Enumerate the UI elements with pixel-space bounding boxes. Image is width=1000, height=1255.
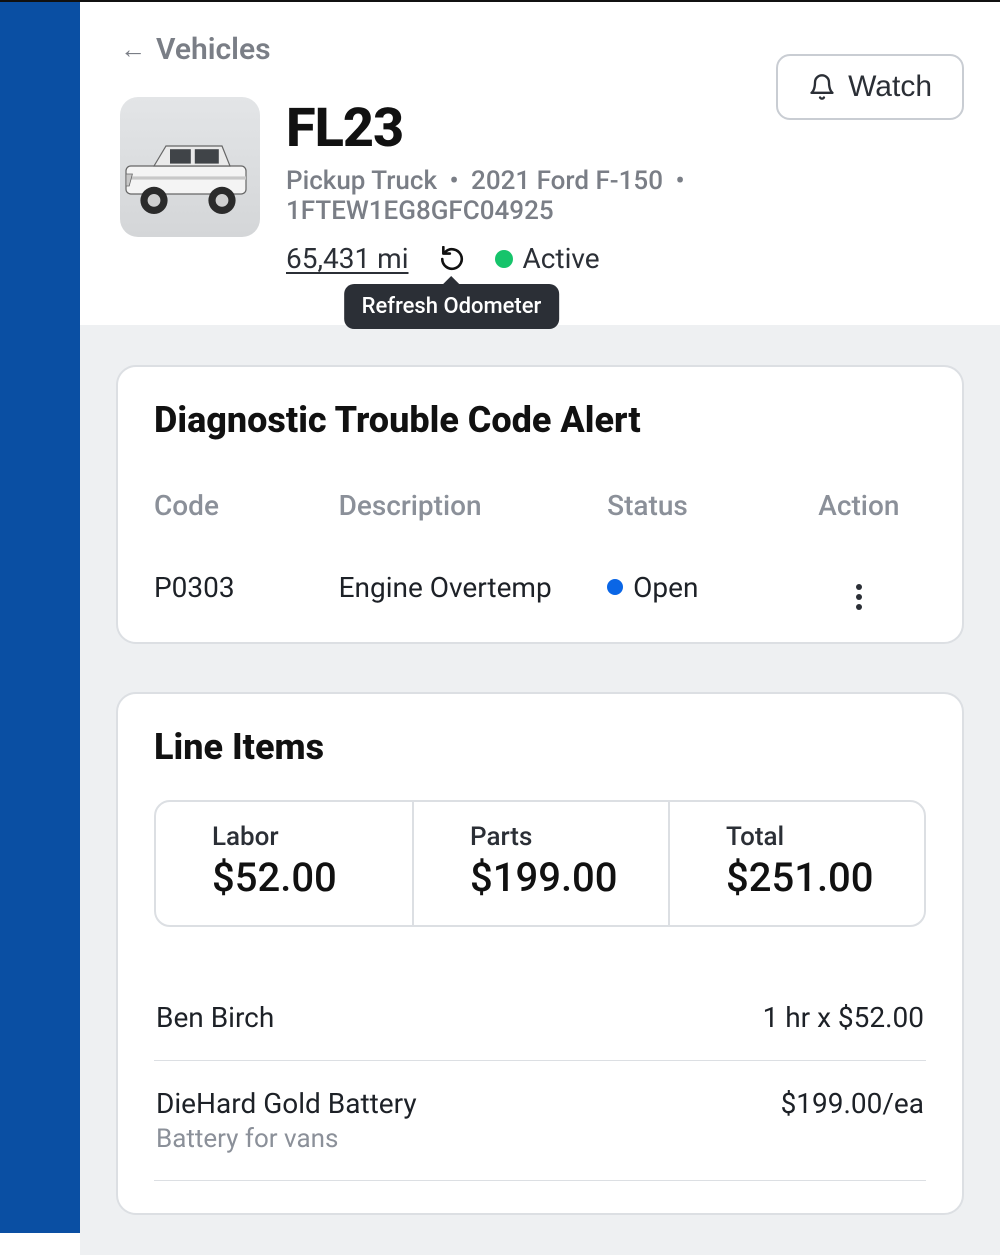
bell-icon <box>808 73 836 101</box>
dtc-table: Code Description Status Action P0303 Eng… <box>154 489 926 610</box>
line-item-row: DieHard Gold Battery Battery for vans $1… <box>154 1061 926 1181</box>
refresh-odometer-button[interactable]: Refresh Odometer <box>439 246 465 272</box>
dtc-header-status: Status <box>607 489 792 522</box>
dtc-description: Engine Overtemp <box>339 571 608 604</box>
watch-button-label: Watch <box>848 70 932 104</box>
totals-total-label: Total <box>726 822 924 852</box>
body-scroll: Diagnostic Trouble Code Alert Code Descr… <box>80 325 1000 1255</box>
dtc-header-action: Action <box>792 489 926 522</box>
vehicle-model: 2021 Ford F-150 <box>471 166 663 196</box>
dtc-header-description: Description <box>339 489 608 522</box>
status-dot-icon <box>495 250 513 268</box>
totals-parts-value: $199.00 <box>470 854 668 901</box>
totals-total: Total $251.00 <box>668 802 924 925</box>
vehicle-type: Pickup Truck <box>286 166 437 196</box>
line-item-amount: $199.00/ea <box>781 1087 924 1120</box>
dtc-status: Open <box>607 571 792 604</box>
totals-labor-label: Labor <box>212 822 412 852</box>
line-items-title: Line Items <box>154 726 926 768</box>
totals-labor-value: $52.00 <box>212 854 412 901</box>
totals-parts-label: Parts <box>470 822 668 852</box>
refresh-icon <box>439 246 465 272</box>
status-open-dot-icon <box>607 579 623 595</box>
watch-button[interactable]: Watch <box>776 54 964 120</box>
main-content: ← Vehicles Watch <box>80 2 1000 1233</box>
breadcrumb-label: Vehicles <box>156 32 271 67</box>
line-item-amount: 1 hr x $52.00 <box>763 1001 924 1034</box>
kebab-icon <box>856 584 862 610</box>
vehicle-header: ← Vehicles Watch <box>80 2 1000 325</box>
dtc-alert-card: Diagnostic Trouble Code Alert Code Descr… <box>116 365 964 644</box>
line-item-name: Ben Birch <box>156 1001 274 1034</box>
separator-dot: • <box>675 166 684 196</box>
dtc-code: P0303 <box>154 571 339 604</box>
totals-total-value: $251.00 <box>726 854 924 901</box>
dtc-status-label: Open <box>633 571 698 604</box>
dtc-header-code: Code <box>154 489 339 522</box>
dtc-card-title: Diagnostic Trouble Code Alert <box>154 399 926 441</box>
dtc-row: P0303 Engine Overtemp Open <box>154 564 926 610</box>
vehicle-vin: 1FTEW1EG8GFC04925 <box>286 196 554 226</box>
line-item-name: DieHard Gold Battery <box>156 1087 417 1120</box>
app-sidebar <box>0 2 80 1233</box>
dtc-table-header: Code Description Status Action <box>154 489 926 522</box>
breadcrumb-vehicles[interactable]: ← Vehicles <box>120 32 271 67</box>
totals-labor: Labor $52.00 <box>156 802 412 925</box>
line-item-description: Battery for vans <box>156 1124 417 1154</box>
dtc-action-menu[interactable] <box>792 564 926 610</box>
line-items-card: Line Items Labor $52.00 Parts $199.00 To… <box>116 692 964 1215</box>
vehicle-thumbnail <box>120 97 260 237</box>
vehicle-status-label: Active <box>523 242 600 275</box>
odometer-value[interactable]: 65,431 mi <box>286 242 409 275</box>
back-arrow-icon: ← <box>120 37 146 63</box>
line-items-totals: Labor $52.00 Parts $199.00 Total $251.00 <box>154 800 926 927</box>
vehicle-status: Active <box>495 242 600 275</box>
separator-dot: • <box>449 166 458 196</box>
totals-parts: Parts $199.00 <box>412 802 668 925</box>
line-item-row: Ben Birch 1 hr x $52.00 <box>154 975 926 1061</box>
vehicle-subtitle: Pickup Truck • 2021 Ford F-150 • 1FTEW1E… <box>286 166 964 226</box>
truck-icon <box>120 123 260 233</box>
refresh-tooltip: Refresh Odometer <box>344 284 560 329</box>
